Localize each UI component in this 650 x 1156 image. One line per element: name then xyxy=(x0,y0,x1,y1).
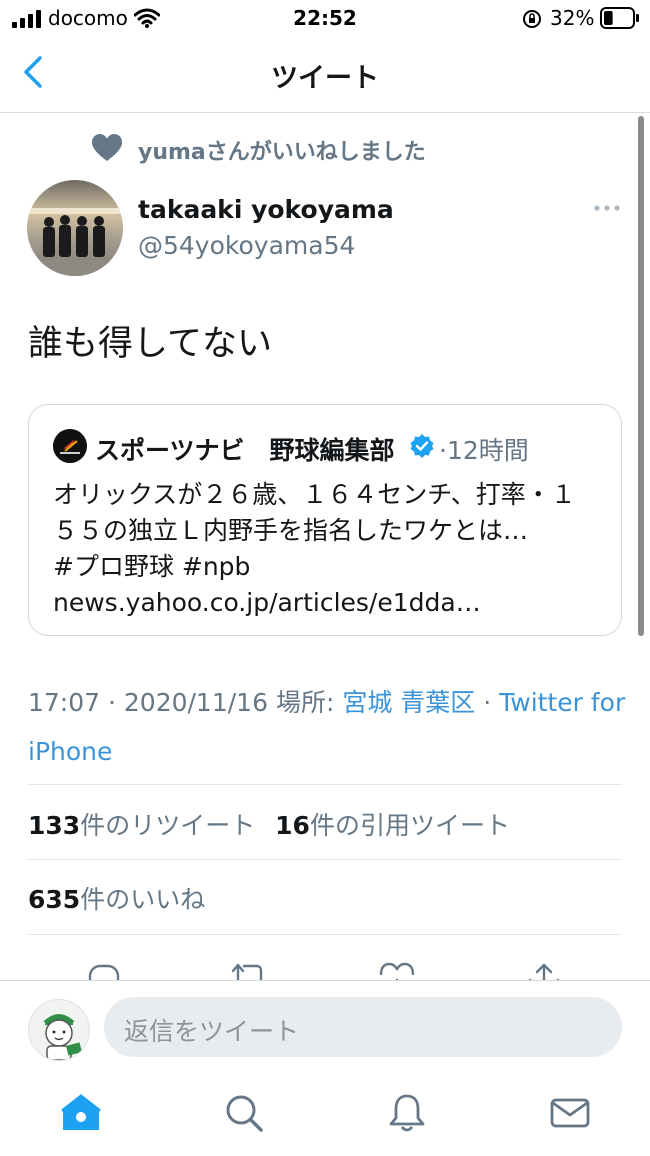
battery-percent: 32% xyxy=(550,6,595,30)
retweets-label: 件のリツイート xyxy=(80,811,256,840)
sportsnavi-logo-icon xyxy=(53,429,87,463)
heart-icon xyxy=(92,134,122,161)
author-handle[interactable]: @54yokoyama54 xyxy=(138,231,355,260)
battery-icon xyxy=(600,7,639,29)
notifications-icon[interactable] xyxy=(386,1092,428,1134)
scroll-indicator xyxy=(638,116,644,636)
reply-input[interactable]: 返信をツイート xyxy=(104,997,622,1057)
meta-separator: · xyxy=(475,688,500,717)
search-icon[interactable] xyxy=(223,1092,265,1134)
divider xyxy=(28,859,622,860)
page-title: ツイート xyxy=(271,63,379,94)
divider xyxy=(28,784,622,785)
status-bar: docomo 22:52 32% xyxy=(0,0,650,38)
quote-text: オリックスが２６歳、１６４センチ、打率・１ ５５の独立Ｌ内野手を指名したワケとは… xyxy=(53,477,613,621)
share-icon[interactable] xyxy=(524,962,564,982)
reply-bar: 返信をツイート xyxy=(0,980,650,1073)
home-icon[interactable] xyxy=(60,1092,102,1134)
quotes-count: 16 xyxy=(275,811,310,840)
avatar-photo xyxy=(27,180,123,276)
messages-icon[interactable] xyxy=(549,1092,591,1134)
nav-bar: ツイート xyxy=(0,38,650,113)
user-avatar-illustration xyxy=(29,1000,89,1060)
more-options-button[interactable] xyxy=(590,198,624,218)
quote-text-line: オリックスが２６歳、１６４センチ、打率・１ xyxy=(53,480,576,509)
quote-text-line: ５５の独立Ｌ内野手を指名したワケとは… xyxy=(53,516,529,545)
tweet-meta: 17:07 · 2020/11/16 場所: 宮城 青葉区 · Twitter … xyxy=(28,678,628,776)
current-user-avatar[interactable] xyxy=(28,999,90,1061)
quote-hashtags: #プロ野球 #npb xyxy=(53,552,251,581)
orientation-lock-icon xyxy=(523,10,541,28)
retweets-link[interactable]: 133件のリツイート xyxy=(28,811,255,840)
author-avatar[interactable] xyxy=(27,180,123,276)
more-icon xyxy=(594,205,620,211)
likes-link[interactable]: 635件のいいね xyxy=(28,880,205,916)
reply-placeholder: 返信をツイート xyxy=(124,1017,300,1046)
tweet-timestamp: 17:07 · 2020/11/16 xyxy=(28,688,276,717)
tab-bar xyxy=(0,1072,650,1156)
retweet-icon[interactable] xyxy=(229,962,269,982)
author-name[interactable]: takaaki yokoyama xyxy=(138,195,394,224)
likes-count: 635 xyxy=(28,885,81,914)
like-icon[interactable] xyxy=(377,962,417,982)
quotes-label: 件の引用ツイート xyxy=(309,811,510,840)
tweet-text: 誰も得してない xyxy=(28,324,272,364)
quote-author-name: スポーツナビ 野球編集部 xyxy=(95,436,395,465)
quote-link: news.yahoo.co.jp/articles/e1dda… xyxy=(53,588,481,617)
quote-timestamp: ·12時間 xyxy=(439,436,529,465)
quoted-tweet-card[interactable]: スポーツナビ 野球編集部 ·12時間 オリックスが２６歳、１６４センチ、打率・１… xyxy=(28,404,622,636)
divider xyxy=(28,934,622,935)
likes-label: 件のいいね xyxy=(80,885,206,914)
reply-icon[interactable] xyxy=(84,962,124,982)
verified-badge-icon xyxy=(410,434,434,458)
quote-author-avatar xyxy=(53,429,87,463)
location-link[interactable]: 宮城 青葉区 xyxy=(342,688,475,717)
engagement-row: 133件のリツイート 16件の引用ツイート xyxy=(28,806,510,842)
quotes-link[interactable]: 16件の引用ツイート xyxy=(275,811,510,840)
location-label: 場所: xyxy=(275,688,343,717)
retweets-count: 133 xyxy=(28,811,81,840)
liked-by-label: yumaさんがいいねしました xyxy=(138,140,426,165)
